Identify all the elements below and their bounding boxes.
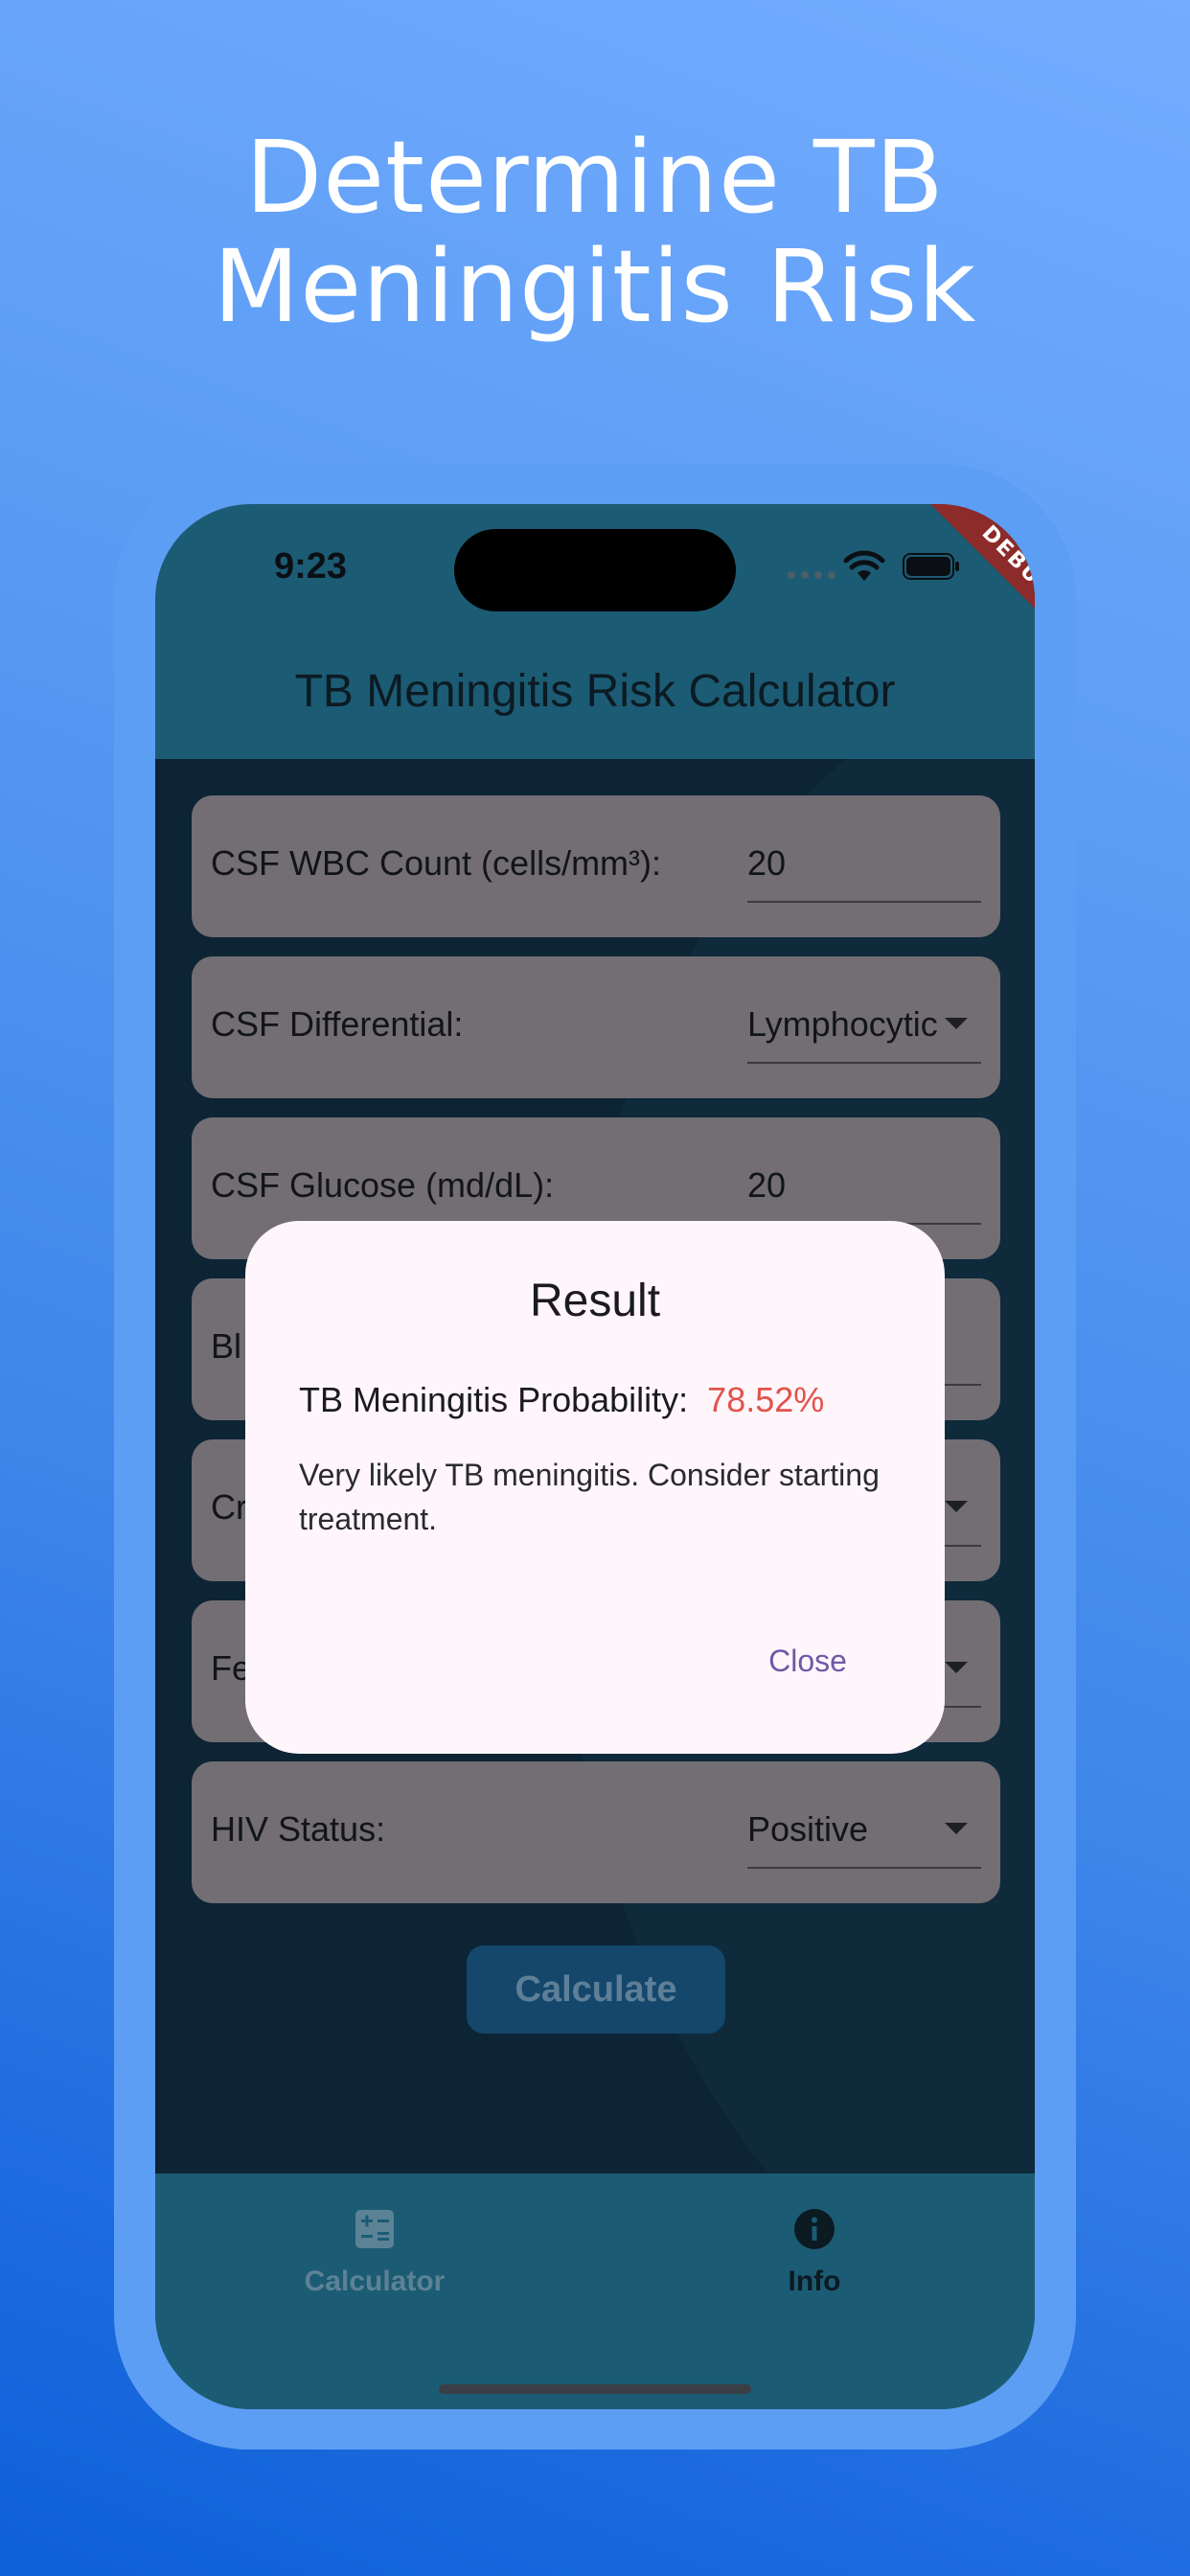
headline-line-1: Determine TB <box>245 119 945 236</box>
dropdown-arrow-icon <box>945 1501 968 1512</box>
field-hiv-status: HIV Status: Positive <box>192 1761 1000 1903</box>
field-value: Lymphocytic <box>747 1004 938 1044</box>
battery-icon <box>903 553 959 580</box>
nav-label: Info <box>788 2266 841 2297</box>
app-title: TB Meningitis Risk Calculator <box>294 666 896 717</box>
field-value: 20 <box>747 1165 787 1205</box>
close-button[interactable]: Close <box>736 1627 880 1694</box>
result-message: Very likely TB meningitis. Consider star… <box>299 1458 880 1536</box>
field-label: HIV Status: <box>211 1809 386 1849</box>
dialog-title: Result <box>529 1276 661 1326</box>
dropdown-arrow-icon <box>945 1823 968 1834</box>
csf-differential-dropdown[interactable]: Lymphocytic <box>747 993 981 1064</box>
hiv-status-dropdown[interactable]: Positive <box>747 1798 981 1869</box>
marketing-headline: Determine TB Meningitis Risk <box>0 123 1190 341</box>
status-bar: 9:23 DEBUG <box>155 504 1035 658</box>
csf-wbc-input[interactable]: 20 <box>747 832 981 903</box>
probability-label: TB Meningitis Probability: <box>299 1380 689 1419</box>
result-dialog: Result TB Meningitis Probability: 78.52% … <box>245 1221 945 1754</box>
headline-line-2: Meningitis Risk <box>213 228 977 345</box>
csf-glucose-input[interactable]: 20 <box>747 1154 981 1225</box>
field-label: CSF WBC Count (cells/mm³): <box>211 843 662 883</box>
phone-screen: 9:23 DEBUG TB Meningitis Risk Calculator… <box>155 504 1035 2409</box>
nav-label: Calculator <box>304 2266 446 2297</box>
field-csf-differential: CSF Differential: Lymphocytic <box>192 956 1000 1098</box>
field-label: Cr <box>211 1487 247 1527</box>
dropdown-arrow-icon <box>945 1018 968 1029</box>
probability-value: 78.52% <box>707 1380 825 1419</box>
field-label: CSF Glucose (md/dL): <box>211 1165 555 1205</box>
app-bar: TB Meningitis Risk Calculator <box>155 629 1035 759</box>
field-csf-wbc: CSF WBC Count (cells/mm³): 20 <box>192 795 1000 937</box>
nav-item-info[interactable]: Info <box>671 2208 958 2298</box>
dynamic-island <box>454 529 736 611</box>
signal-dots-icon <box>788 571 835 579</box>
probability-row: TB Meningitis Probability: 78.52% <box>299 1380 824 1420</box>
status-time: 9:23 <box>274 546 348 586</box>
field-label: Bl <box>211 1326 242 1366</box>
info-icon <box>794 2209 835 2249</box>
field-value: Positive <box>747 1809 869 1849</box>
wifi-icon <box>843 550 885 581</box>
calculator-icon <box>355 2210 394 2248</box>
calculate-button[interactable]: Calculate <box>467 1945 725 2034</box>
field-label: CSF Differential: <box>211 1004 464 1044</box>
bottom-nav: Calculator Info <box>155 2174 1035 2409</box>
nav-item-calculator[interactable]: Calculator <box>231 2208 518 2298</box>
field-value: 20 <box>747 843 787 883</box>
dropdown-arrow-icon <box>945 1662 968 1673</box>
home-indicator <box>439 2384 751 2394</box>
